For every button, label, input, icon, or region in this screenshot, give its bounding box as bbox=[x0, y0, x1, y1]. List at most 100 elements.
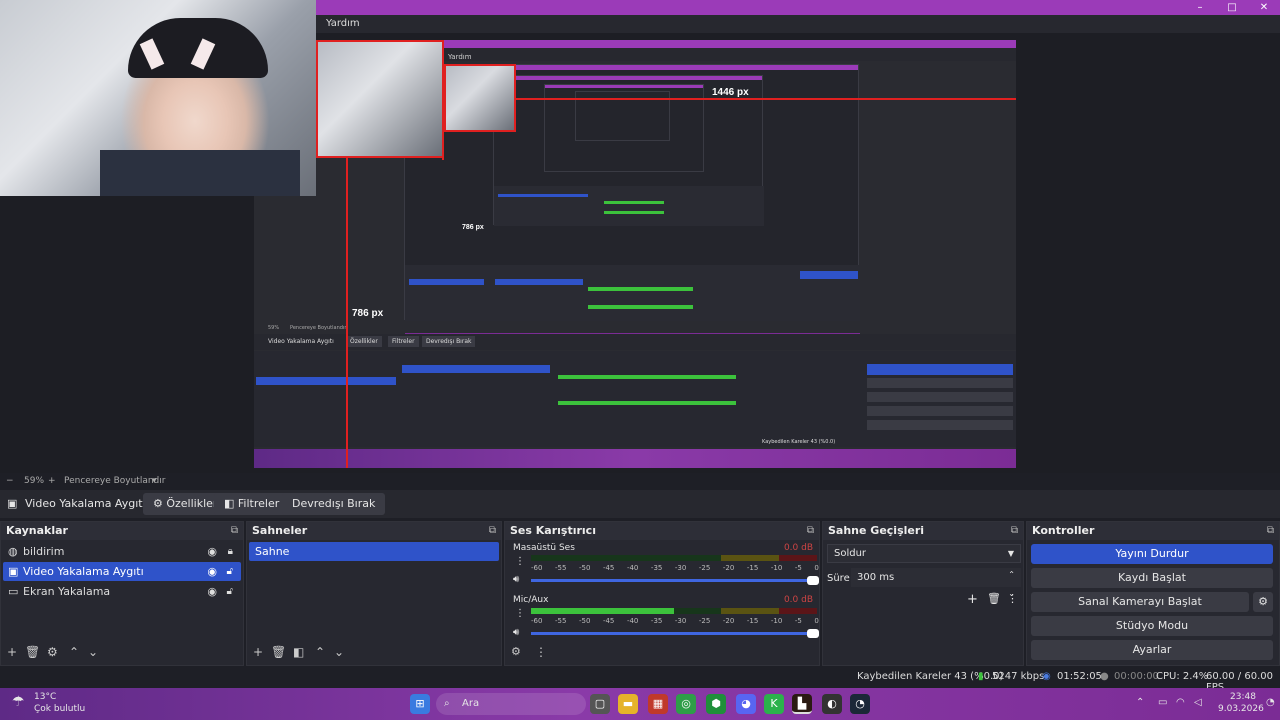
move-down-icon[interactable]: ⌄ bbox=[334, 645, 344, 659]
meter-tick-label: -50 bbox=[578, 564, 591, 572]
move-down-icon[interactable]: ⌄ bbox=[88, 645, 98, 659]
kebab-menu-icon[interactable]: ⋮ bbox=[515, 608, 525, 619]
wifi-icon[interactable]: ◠ bbox=[1176, 697, 1185, 708]
menu-help[interactable]: Yardım bbox=[326, 18, 360, 29]
add-icon[interactable]: + bbox=[967, 592, 978, 607]
stop-stream-button[interactable]: Yayını Durdur bbox=[1031, 544, 1273, 564]
add-icon[interactable]: + bbox=[7, 645, 17, 659]
gear-icon: ⚙ bbox=[153, 497, 167, 510]
eye-icon[interactable]: ◉ bbox=[207, 542, 217, 561]
disable-button[interactable]: Devredışı Bırak bbox=[282, 493, 386, 515]
app-hex-icon[interactable]: ⬢ bbox=[706, 694, 726, 714]
task-view-icon[interactable]: ▢ bbox=[590, 694, 610, 714]
meter-tick-label: 0 bbox=[814, 617, 819, 625]
filter-icon: ◧ bbox=[224, 497, 238, 510]
kebab-menu-icon[interactable]: ⋮ bbox=[515, 556, 525, 567]
start-record-button[interactable]: Kaydı Başlat bbox=[1031, 568, 1273, 588]
obs-studio-icon[interactable]: ◐ bbox=[822, 694, 842, 714]
move-up-icon[interactable]: ⌃ bbox=[69, 645, 79, 659]
weather-icon[interactable]: ☂ bbox=[12, 694, 25, 710]
chrome-icon[interactable]: ◎ bbox=[676, 694, 696, 714]
file-explorer-icon[interactable]: ▬ bbox=[618, 694, 638, 714]
windows-start-icon[interactable]: ⊞ bbox=[410, 694, 430, 714]
kebab-menu-icon[interactable]: ⋮ bbox=[1007, 592, 1018, 605]
source-label: bildirim bbox=[23, 545, 65, 558]
steam-icon[interactable]: ◔ bbox=[850, 694, 870, 714]
sources-title: Kaynaklar bbox=[6, 524, 68, 537]
dock-popout-icon[interactable]: ⧉ bbox=[807, 522, 814, 540]
taskbar-search[interactable]: ⌕ Ara bbox=[436, 693, 586, 715]
captured-menubar: Yardım bbox=[442, 48, 1016, 61]
unlock-icon[interactable]: 🔓︎ bbox=[227, 562, 233, 581]
studio-mode-button[interactable]: Stüdyo Modu bbox=[1031, 616, 1273, 636]
zoom-in-button[interactable]: + bbox=[48, 476, 56, 486]
meter-tick-label: -10 bbox=[770, 564, 783, 572]
kick-icon[interactable]: K bbox=[764, 694, 784, 714]
volume-slider-mic[interactable] bbox=[531, 629, 819, 638]
slider-knob[interactable] bbox=[807, 576, 819, 585]
move-up-icon[interactable]: ⌃ bbox=[315, 645, 325, 659]
duration-input[interactable]: 300 ms ⌃ ⌄ bbox=[851, 568, 1021, 598]
clock-date[interactable]: 9.03.2026 bbox=[1218, 704, 1264, 714]
captured-sourcebar: Video Yakalama Aygıtı Özellikler Filtrel… bbox=[254, 334, 1016, 350]
kebab-menu-icon[interactable]: ⋮ bbox=[535, 645, 547, 659]
volume-icon[interactable]: ◁ bbox=[1194, 697, 1202, 708]
network-icon[interactable]: ▭ bbox=[1158, 697, 1167, 708]
filters-button[interactable]: ◧ Filtreler bbox=[214, 493, 290, 515]
scene-item-sahne[interactable]: Sahne bbox=[249, 542, 499, 561]
calendar-app-icon[interactable]: ▦ bbox=[648, 694, 668, 714]
filter-icon[interactable]: ◧ bbox=[293, 645, 304, 659]
meter-tick-label: -35 bbox=[650, 617, 663, 625]
level-meter-desktop bbox=[531, 555, 817, 561]
volume-slider-desktop[interactable] bbox=[531, 576, 819, 585]
lock-icon[interactable]: 🔒︎ bbox=[228, 542, 233, 561]
bitrate: 5247 kbps bbox=[992, 671, 1045, 682]
notification-bell-icon[interactable]: ◔ bbox=[1266, 697, 1275, 708]
gear-icon[interactable]: ⚙ bbox=[47, 645, 58, 659]
transition-type: Soldur bbox=[834, 548, 867, 559]
settings-button[interactable]: Ayarlar bbox=[1031, 640, 1273, 660]
vcam-settings-gear-icon[interactable]: ⚙ bbox=[1253, 592, 1273, 612]
maximize-button[interactable]: □ bbox=[1216, 0, 1248, 15]
transition-select[interactable]: Soldur ▼ bbox=[827, 544, 1021, 563]
trash-icon[interactable]: 🗑︎ bbox=[987, 592, 1001, 605]
dock-popout-icon[interactable]: ⧉ bbox=[231, 522, 238, 540]
status-bar: Kaybedilen Kareler 43 (%0.0) ▮ 5247 kbps… bbox=[0, 666, 1280, 693]
mixer-title: Ses Karıştırıcı bbox=[510, 524, 596, 537]
trash-icon[interactable]: 🗑︎ bbox=[25, 645, 40, 659]
speaker-icon[interactable]: 🔊︎ bbox=[513, 574, 519, 585]
source-item-bildirim[interactable]: ◍ bildirim ◉ 🔒︎ bbox=[3, 542, 241, 561]
tray-chevron-icon[interactable]: ⌃ bbox=[1136, 697, 1144, 708]
menu-bar: Yardım bbox=[316, 15, 1280, 33]
source-item-video-capture[interactable]: ▣ Video Yakalama Aygıtı ◉ 🔓︎ bbox=[3, 562, 241, 581]
discord-icon[interactable]: ◕ bbox=[736, 694, 756, 714]
zoom-dropdown-icon[interactable]: ▾ bbox=[152, 476, 157, 486]
dock-popout-icon[interactable]: ⧉ bbox=[489, 522, 496, 540]
dock-popout-icon[interactable]: ⧉ bbox=[1011, 522, 1018, 540]
source-item-screen-capture[interactable]: ▭ Ekran Yakalama ◉ 🔓︎ bbox=[3, 582, 241, 601]
dock-popout-icon[interactable]: ⧉ bbox=[1267, 522, 1274, 540]
meter-tick-label: -50 bbox=[578, 617, 591, 625]
trash-icon[interactable]: 🗑︎ bbox=[271, 645, 286, 659]
gear-icon[interactable]: ⚙ bbox=[511, 645, 521, 658]
add-icon[interactable]: + bbox=[253, 645, 263, 659]
search-placeholder: Ara bbox=[462, 698, 480, 709]
speaker-icon[interactable]: 🔊︎ bbox=[513, 627, 519, 638]
unlock-icon[interactable]: 🔓︎ bbox=[227, 582, 233, 601]
close-button[interactable]: ✕ bbox=[1248, 0, 1280, 15]
meter-tick-label: 0 bbox=[814, 564, 819, 572]
obs-icon[interactable]: ▙ bbox=[792, 694, 812, 714]
fit-to-window-label[interactable]: Pencereye Boyutlandır bbox=[64, 476, 165, 486]
camera-icon: ▣ bbox=[8, 565, 19, 578]
start-virtual-cam-button[interactable]: Sanal Kamerayı Başlat bbox=[1031, 592, 1249, 612]
eye-icon[interactable]: ◉ bbox=[207, 582, 217, 601]
clock-time[interactable]: 23:48 bbox=[1230, 692, 1256, 702]
slider-knob[interactable] bbox=[807, 629, 819, 638]
meter-tick-label: -60 bbox=[531, 617, 543, 625]
minimize-button[interactable]: – bbox=[1184, 0, 1216, 15]
eye-icon[interactable]: ◉ bbox=[207, 562, 217, 581]
cpu-usage: CPU: 2.4% bbox=[1156, 671, 1209, 682]
mixer-footer: ⚙ ⋮ bbox=[505, 641, 819, 665]
captured-source-name: Video Yakalama Aygıtı bbox=[268, 338, 334, 345]
zoom-out-button[interactable]: − bbox=[6, 476, 14, 486]
